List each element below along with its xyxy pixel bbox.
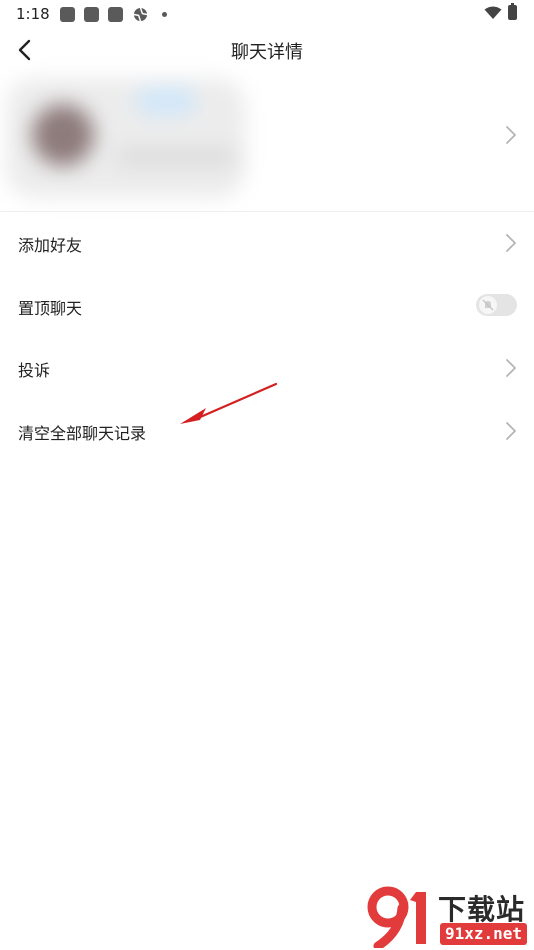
header-bar: 聊天详情	[0, 28, 534, 72]
watermark-logo: 91	[367, 886, 426, 948]
notification-icon	[108, 7, 123, 22]
menu-item-add-friend[interactable]: 添加好友	[0, 212, 534, 274]
watermark-domain: 91xz.net	[440, 923, 528, 945]
battery-icon	[508, 3, 517, 20]
blurred-profile-info	[6, 78, 256, 204]
status-bar: 1:18	[0, 0, 534, 28]
bell-off-icon	[482, 299, 494, 311]
chevron-right-icon	[506, 422, 516, 440]
status-time: 1:18	[16, 5, 50, 23]
chevron-right-icon	[506, 234, 516, 252]
notification-icon	[84, 7, 99, 22]
watermark-title: 下载站	[438, 893, 526, 926]
notification-icon	[60, 7, 75, 22]
menu-item-label: 添加好友	[18, 236, 83, 255]
menu-item-label: 置顶聊天	[18, 299, 83, 318]
profile-card[interactable]	[0, 74, 534, 210]
avatar	[32, 104, 94, 166]
toggle-knob	[479, 296, 497, 314]
menu-item-pin-chat: 置顶聊天	[0, 275, 534, 337]
pin-chat-toggle[interactable]	[476, 294, 517, 316]
more-notifications-icon	[162, 12, 167, 17]
chevron-right-icon	[506, 359, 516, 377]
menu-item-label: 清空全部聊天记录	[18, 424, 147, 443]
watermark: 91 下载站 91xz.net	[364, 886, 534, 950]
annotation-arrow	[180, 382, 278, 424]
page-title: 聊天详情	[231, 42, 303, 63]
aperture-icon	[133, 7, 148, 22]
wifi-icon	[484, 6, 502, 19]
chevron-right-icon	[506, 126, 516, 144]
menu-item-label: 投诉	[18, 361, 51, 380]
